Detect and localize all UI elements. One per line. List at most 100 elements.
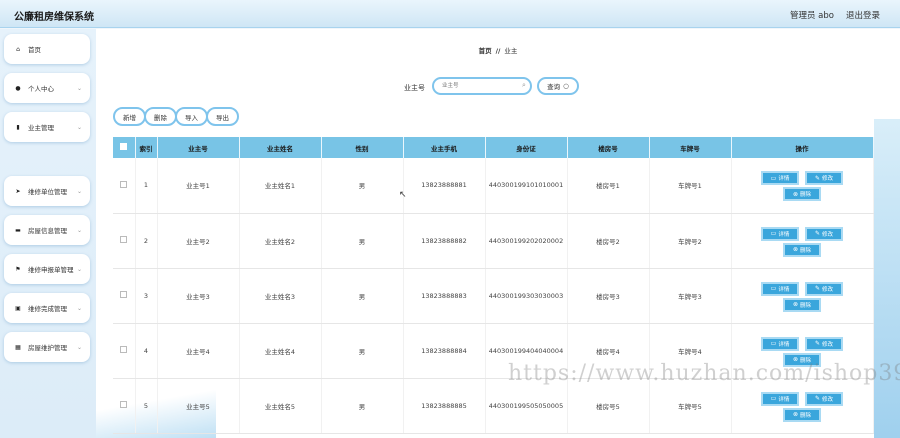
cell-index: 2 bbox=[135, 213, 158, 269]
delete-button-label: 删除 bbox=[800, 302, 812, 309]
detail-button-label: 详情 bbox=[778, 396, 790, 403]
row-select-cell[interactable] bbox=[113, 323, 136, 379]
clipboard-icon: ▣ bbox=[15, 304, 21, 312]
detail-button-label: 详情 bbox=[778, 176, 790, 183]
search-input[interactable] bbox=[432, 77, 532, 95]
edit-button[interactable]: ✎ 修改 bbox=[805, 281, 843, 296]
cell-index: 1 bbox=[135, 158, 158, 214]
detail-button[interactable]: ▭ 详情 bbox=[761, 281, 799, 296]
cell-index: 4 bbox=[135, 323, 158, 379]
row-select-cell[interactable] bbox=[113, 378, 136, 434]
pencil-icon: ✎ bbox=[814, 340, 820, 347]
cell-owner-no: 业主号1 bbox=[157, 158, 240, 214]
cell-owner-name: 业主姓名3 bbox=[239, 268, 322, 324]
sidebar-item-profile[interactable]: ● 个人中心 ⌄ bbox=[4, 73, 90, 103]
logout-link[interactable]: 退出登录 bbox=[846, 9, 880, 21]
sidebar-item-owner-management[interactable]: ▮ 业主管理 ⌄ bbox=[4, 112, 90, 142]
cell-owner-no: 业主号2 bbox=[157, 213, 240, 269]
detail-button[interactable]: ▭ 详情 bbox=[761, 391, 799, 406]
breadcrumb-home[interactable]: 首页 bbox=[479, 47, 492, 55]
row-select-cell[interactable] bbox=[113, 268, 136, 324]
select-all-checkbox[interactable] bbox=[120, 143, 128, 150]
sidebar-item-home[interactable]: ⌂ 首页 bbox=[4, 34, 90, 64]
watermark-text: https://www.huzhan.com/ishop39397 bbox=[508, 361, 900, 386]
edit-button[interactable]: ✎ 修改 bbox=[805, 171, 843, 186]
chevron-down-icon: ⌄ bbox=[76, 265, 82, 273]
edit-button[interactable]: ✎ 修改 bbox=[805, 391, 843, 406]
add-button[interactable]: 新增 bbox=[113, 107, 146, 126]
cell-owner-no: 业主号5 bbox=[157, 378, 240, 434]
search-icon: ⌕ bbox=[522, 81, 526, 89]
cell-index: 5 bbox=[135, 378, 158, 434]
app-title: 公廉租房维保系统 bbox=[14, 12, 94, 23]
column-header: 操作 bbox=[731, 137, 874, 158]
edit-button-label: 修改 bbox=[822, 341, 834, 348]
row-checkbox[interactable] bbox=[120, 180, 128, 188]
delete-button[interactable]: 删除 bbox=[144, 107, 177, 126]
user-icon: ● bbox=[15, 84, 21, 92]
detail-button[interactable]: ▭ 详情 bbox=[761, 226, 799, 241]
breadcrumb: 首页//业主 bbox=[96, 45, 900, 55]
chevron-down-icon: ⌄ bbox=[76, 84, 82, 92]
cell-building: 楼房号3 bbox=[567, 268, 650, 324]
row-checkbox[interactable] bbox=[120, 236, 128, 243]
row-delete-button[interactable]: ⊗ 删除 bbox=[783, 242, 821, 257]
edit-button[interactable]: ✎ 修改 bbox=[805, 336, 843, 351]
query-button-label: 查询 bbox=[547, 83, 561, 91]
row-checkbox[interactable] bbox=[120, 346, 128, 353]
action-toolbar: 新增 删除 导入 导出 bbox=[113, 107, 239, 126]
cell-owner-name: 业主姓名5 bbox=[239, 378, 322, 434]
edit-button[interactable]: ✎ 修改 bbox=[805, 226, 843, 241]
operations-cell: ▭ 详情 ✎ 修改 ⊗ 删除 bbox=[731, 158, 874, 214]
sidebar-item-house-maintenance[interactable]: ▦ 房屋维护管理 ⌄ bbox=[4, 332, 90, 362]
cell-plate: 车牌号3 bbox=[649, 268, 732, 324]
cell-owner-name: 业主姓名1 bbox=[239, 158, 322, 214]
cell-phone: 13823888885 bbox=[403, 378, 486, 434]
cell-owner-name: 业主姓名4 bbox=[239, 323, 322, 379]
row-select-cell[interactable] bbox=[113, 213, 136, 269]
row-checkbox[interactable] bbox=[120, 291, 128, 298]
export-button[interactable]: 导出 bbox=[206, 107, 239, 126]
sidebar-item-repair-unit[interactable]: ➤ 维修单位管理 ⌄ bbox=[4, 176, 90, 206]
search-label: 业主号 bbox=[404, 84, 425, 92]
query-button[interactable]: 查询 ○ bbox=[537, 77, 579, 95]
column-header: 身份证 bbox=[485, 137, 568, 158]
cell-id-card: 440300199303030003 bbox=[485, 268, 568, 324]
cell-id-card: 440300199505050005 bbox=[485, 378, 568, 434]
select-all-header[interactable] bbox=[113, 137, 136, 158]
row-delete-button[interactable]: ⊗ 删除 bbox=[783, 407, 821, 422]
sidebar-item-label: 首页 bbox=[28, 46, 41, 54]
cell-gender: 男 bbox=[321, 323, 404, 379]
cell-plate: 车牌号2 bbox=[649, 213, 732, 269]
detail-icon: ▭ bbox=[770, 395, 777, 402]
detail-button[interactable]: ▭ 详情 bbox=[761, 171, 799, 186]
delete-icon: ⊗ bbox=[792, 190, 798, 198]
cell-id-card: 440300199101010001 bbox=[485, 158, 568, 214]
row-checkbox[interactable] bbox=[120, 401, 128, 408]
owner-table: 索引 业主号 业主姓名 性别 业主手机 身份证 楼房号 车牌号 操作 1 业主号… bbox=[113, 137, 874, 434]
delete-button-label: 删除 bbox=[800, 412, 812, 419]
detail-button[interactable]: ▭ 详情 bbox=[761, 336, 799, 351]
row-delete-button[interactable]: ⊗ 删除 bbox=[783, 297, 821, 312]
sidebar-item-repair-request[interactable]: ⚑ 维修申报单管理 ⌄ bbox=[4, 254, 90, 284]
cell-phone: 13823888883 bbox=[403, 268, 486, 324]
cell-owner-name: 业主姓名2 bbox=[239, 213, 322, 269]
import-button[interactable]: 导入 bbox=[175, 107, 208, 126]
sidebar-item-house-info[interactable]: ▬ 房屋信息管理 ⌄ bbox=[4, 215, 90, 245]
row-delete-button[interactable]: ⊗ 删除 bbox=[783, 187, 821, 202]
grid-icon: ▦ bbox=[15, 343, 21, 351]
send-icon: ➤ bbox=[15, 187, 21, 195]
sidebar-item-repair-complete[interactable]: ▣ 维修完成管理 ⌄ bbox=[4, 293, 90, 323]
flag-icon: ⚑ bbox=[15, 265, 21, 273]
edit-button-label: 修改 bbox=[822, 231, 834, 238]
operations-cell: ▭ 详情 ✎ 修改 ⊗ 删除 bbox=[731, 213, 874, 269]
row-select-cell[interactable] bbox=[113, 158, 136, 214]
main-content: 首页//业主 业主号 ⌕ 查询 ○ 新增 删除 导入 导出 索引 业主号 业主姓… bbox=[96, 29, 900, 438]
delete-button-label: 删除 bbox=[800, 192, 812, 199]
sidebar-item-label: 房屋信息管理 bbox=[28, 227, 67, 235]
detail-button-label: 详情 bbox=[778, 341, 790, 348]
operations-cell: ▭ 详情 ✎ 修改 ⊗ 删除 bbox=[731, 378, 874, 434]
cell-owner-no: 业主号4 bbox=[157, 323, 240, 379]
breadcrumb-separator: // bbox=[495, 47, 501, 55]
search-icon: ○ bbox=[563, 82, 569, 90]
